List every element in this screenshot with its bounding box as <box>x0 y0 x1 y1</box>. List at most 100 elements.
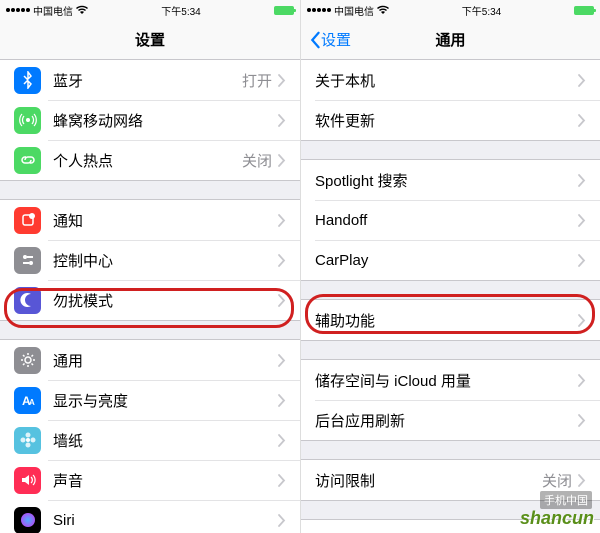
nav-bar: 设置 <box>0 20 300 60</box>
row-siri[interactable]: Siri <box>0 500 300 533</box>
row-label: Spotlight 搜索 <box>315 170 578 191</box>
chevron-right-icon <box>278 434 286 447</box>
settings-group: Spotlight 搜索 Handoff CarPlay <box>301 159 600 281</box>
row-label: Siri <box>53 512 278 529</box>
back-button[interactable]: 设置 <box>309 29 351 50</box>
page-title: 设置 <box>135 29 165 50</box>
moon-icon <box>14 287 41 314</box>
status-time: 下午5:34 <box>161 3 200 18</box>
chevron-right-icon <box>278 294 286 307</box>
status-bar: 中国电信 下午5:34 <box>0 0 300 20</box>
row-carplay[interactable]: CarPlay <box>301 240 600 280</box>
row-general[interactable]: 通用 <box>0 340 300 380</box>
flower-icon <box>14 427 41 454</box>
row-sounds[interactable]: 声音 <box>0 460 300 500</box>
row-label: Handoff <box>315 212 578 229</box>
row-value: 打开 <box>242 70 272 91</box>
settings-group: 通用AA显示与亮度墙纸声音SiriTouch ID 与密码电池 <box>0 339 300 533</box>
row-label: 蜂窝移动网络 <box>53 110 278 131</box>
chevron-right-icon <box>278 114 286 127</box>
watermark-cnmo: 手机中国 <box>540 491 592 509</box>
row-spotlight[interactable]: Spotlight 搜索 <box>301 160 600 200</box>
chevron-right-icon <box>578 114 586 127</box>
chevron-right-icon <box>578 474 586 487</box>
row-label: 蓝牙 <box>53 70 242 91</box>
row-cellular[interactable]: 蜂窝移动网络 <box>0 100 300 140</box>
nav-bar: 设置 通用 <box>301 20 600 60</box>
row-label: 控制中心 <box>53 250 278 271</box>
chevron-right-icon <box>278 254 286 267</box>
settings-group: 辅助功能 <box>301 299 600 341</box>
row-dnd[interactable]: 勿扰模式 <box>0 280 300 320</box>
row-label: 声音 <box>53 470 278 491</box>
row-software-update[interactable]: 软件更新 <box>301 100 600 140</box>
row-wallpaper[interactable]: 墙纸 <box>0 420 300 460</box>
chevron-right-icon <box>278 354 286 367</box>
settings-group: 通知控制中心勿扰模式 <box>0 199 300 321</box>
gear-icon <box>14 347 41 374</box>
row-label: 储存空间与 iCloud 用量 <box>315 370 578 391</box>
svg-text:A: A <box>29 398 35 407</box>
link-icon <box>14 147 41 174</box>
settings-group: 储存空间与 iCloud 用量后台应用刷新 <box>301 359 600 441</box>
row-accessibility[interactable]: 辅助功能 <box>301 300 600 340</box>
row-label: 显示与亮度 <box>53 390 278 411</box>
row-label: 关于本机 <box>315 70 578 91</box>
row-label: 勿扰模式 <box>53 290 278 311</box>
chevron-right-icon <box>578 214 586 227</box>
row-control-center[interactable]: 控制中心 <box>0 240 300 280</box>
row-label: 软件更新 <box>315 110 578 131</box>
bluetooth-icon <box>14 67 41 94</box>
chevron-right-icon <box>278 214 286 227</box>
chevron-right-icon <box>278 154 286 167</box>
notify-icon <box>14 207 41 234</box>
wifi-icon <box>76 5 88 15</box>
chevron-right-icon <box>278 74 286 87</box>
chevron-right-icon <box>278 474 286 487</box>
back-label: 设置 <box>321 29 351 50</box>
row-label: CarPlay <box>315 252 578 269</box>
siri-icon <box>14 507 41 533</box>
chevron-right-icon <box>578 414 586 427</box>
row-value: 关闭 <box>242 150 272 171</box>
row-hotspot[interactable]: 个人热点关闭 <box>0 140 300 180</box>
chevron-right-icon <box>578 74 586 87</box>
switches-icon <box>14 247 41 274</box>
row-display[interactable]: AA 显示与亮度 <box>0 380 300 420</box>
speaker-icon <box>14 467 41 494</box>
settings-group: 关于本机软件更新 <box>301 60 600 141</box>
row-bluetooth[interactable]: 蓝牙打开 <box>0 60 300 100</box>
chevron-right-icon <box>578 254 586 267</box>
row-label: 墙纸 <box>53 430 278 451</box>
row-label: 辅助功能 <box>315 310 578 331</box>
row-label: 通知 <box>53 210 278 231</box>
page-title: 通用 <box>435 29 465 50</box>
row-background-refresh[interactable]: 后台应用刷新 <box>301 400 600 440</box>
row-about[interactable]: 关于本机 <box>301 60 600 100</box>
row-label: 日期与时间 <box>315 530 578 533</box>
row-storage[interactable]: 储存空间与 iCloud 用量 <box>301 360 600 400</box>
status-bar: 中国电信 下午5:34 <box>301 0 600 20</box>
row-label: 通用 <box>53 350 278 371</box>
chevron-right-icon <box>278 514 286 527</box>
row-label: 后台应用刷新 <box>315 410 578 431</box>
row-label: 个人热点 <box>53 150 242 171</box>
chevron-right-icon <box>578 174 586 187</box>
carrier: 中国电信 <box>33 3 73 18</box>
wifi-icon <box>377 5 389 15</box>
settings-group: 蓝牙打开蜂窝移动网络个人热点关闭 <box>0 60 300 181</box>
text-size-icon: AA <box>14 387 41 414</box>
antenna-icon <box>14 107 41 134</box>
chevron-right-icon <box>578 374 586 387</box>
row-handoff[interactable]: Handoff <box>301 200 600 240</box>
battery-icon <box>274 6 294 15</box>
chevron-right-icon <box>278 394 286 407</box>
watermark-shancun: shancun <box>520 508 594 529</box>
chevron-right-icon <box>578 314 586 327</box>
status-time: 下午5:34 <box>462 3 501 18</box>
row-label: 访问限制 <box>315 470 542 491</box>
battery-icon <box>574 6 594 15</box>
row-notifications[interactable]: 通知 <box>0 200 300 240</box>
carrier: 中国电信 <box>334 3 374 18</box>
row-value: 关闭 <box>542 470 572 491</box>
